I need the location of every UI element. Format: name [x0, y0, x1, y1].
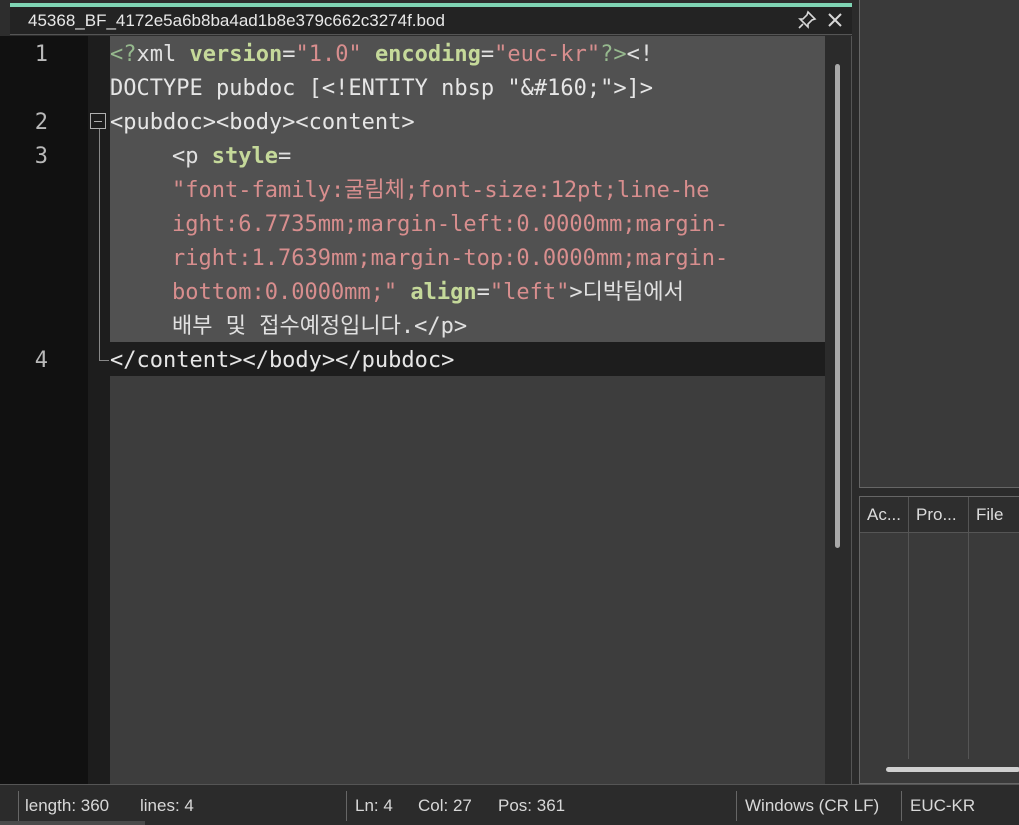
code-editor[interactable]: 1 2 3 4 <?xml version="1.0" encoding="eu…: [0, 36, 852, 784]
code-line-3-wrap-5: 배부 및 접수예정입니다.</p>: [172, 314, 468, 339]
line-number: 4: [34, 348, 48, 373]
code-line-3: <p style=: [172, 144, 292, 169]
status-position[interactable]: Pos: 361: [498, 796, 565, 816]
code-line-3-wrap-2: ight:6.7735mm;margin-left:0.0000mm;margi…: [172, 212, 729, 237]
line-number-gutter: 1 2 3 4: [0, 36, 88, 784]
side-panel-header: Ac... Pro... File: [860, 497, 1019, 533]
line-number: 2: [34, 110, 48, 135]
status-length: length: 360: [25, 796, 110, 815]
column-divider[interactable]: [908, 497, 909, 759]
status-bar: length: 360 lines: 4 Ln: 4 Col: 27 Pos: …: [0, 784, 1019, 825]
column-header-ac[interactable]: Ac...: [860, 497, 908, 533]
status-divider: [736, 791, 737, 821]
code-line-1-wrap: DOCTYPE pubdoc [<!ENTITY nbsp "&#160;">]…: [110, 76, 654, 101]
status-line-number[interactable]: Ln: 4: [355, 796, 393, 816]
file-tab[interactable]: 45368_BF_4172e5a6b8ba4ad1b8e379c662c3274…: [10, 7, 852, 35]
pin-icon[interactable]: [796, 9, 818, 31]
horizontal-scrollbar-thumb[interactable]: [886, 767, 1019, 772]
status-lines: lines: 4: [140, 796, 194, 815]
fold-guide-line: [99, 129, 100, 361]
code-line-3-wrap-3: right:1.7639mm;margin-top:0.0000mm;margi…: [172, 246, 729, 271]
status-divider: [18, 791, 19, 821]
column-header-pro[interactable]: Pro...: [909, 497, 968, 533]
side-panel-bottom: Ac... Pro... File: [859, 496, 1019, 784]
tab-title[interactable]: 45368_BF_4172e5a6b8ba4ad1b8e379c662c3274…: [28, 11, 445, 31]
vertical-scrollbar-thumb[interactable]: [835, 64, 840, 548]
code-line-2: <pubdoc><body><content>: [110, 110, 415, 135]
tab-bar: 45368_BF_4172e5a6b8ba4ad1b8e379c662c3274…: [0, 0, 852, 36]
line-number: 3: [34, 144, 48, 169]
line-number: 1: [34, 42, 48, 67]
status-bottom-strip: [0, 821, 145, 825]
status-encoding[interactable]: EUC-KR: [910, 796, 975, 816]
fold-guide-end: [99, 360, 109, 361]
status-eol[interactable]: Windows (CR LF): [745, 796, 879, 816]
code-line-3-wrap-4: bottom:0.0000mm;" align="left">디박팀에서: [172, 280, 684, 305]
fold-collapse-icon[interactable]: [90, 113, 106, 129]
code-line-3-wrap-1: "font-family:굴림체;font-size:12pt;line-he: [172, 178, 710, 203]
column-divider[interactable]: [968, 497, 969, 759]
code-line-4: </content></body></pubdoc>: [110, 348, 455, 373]
code-line-1: <?xml version="1.0" encoding="euc-kr"?><…: [110, 42, 654, 67]
close-icon[interactable]: [824, 9, 846, 31]
status-divider: [901, 791, 902, 821]
side-panel-top: [859, 0, 1019, 488]
status-column[interactable]: Col: 27: [418, 796, 472, 816]
status-divider: [346, 791, 347, 821]
column-header-file[interactable]: File: [969, 497, 1019, 533]
